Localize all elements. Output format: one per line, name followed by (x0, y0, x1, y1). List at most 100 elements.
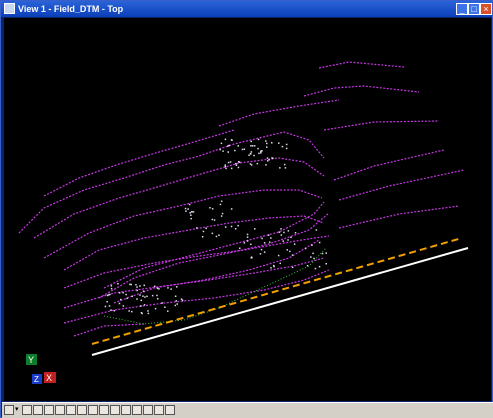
minimize-button[interactable]: _ (456, 3, 468, 15)
survey-point (246, 233, 249, 236)
survey-point (161, 302, 163, 304)
survey-point (325, 252, 327, 254)
x-axis-label: X (46, 373, 52, 383)
copy-view-icon[interactable] (121, 405, 131, 415)
survey-point (136, 289, 138, 292)
survey-point (279, 167, 281, 169)
close-button[interactable]: × (480, 3, 492, 15)
survey-point (135, 284, 137, 286)
survey-point (176, 286, 178, 288)
survey-point (227, 145, 229, 147)
contour-line (73, 323, 145, 337)
survey-point (130, 283, 132, 286)
camera-icon[interactable] (154, 405, 164, 415)
survey-point (258, 152, 260, 155)
survey-point (257, 138, 260, 141)
survey-point (273, 264, 275, 267)
survey-point (110, 287, 113, 290)
fit-view-icon[interactable] (66, 405, 76, 415)
contour-lines (18, 61, 465, 337)
survey-point (250, 164, 253, 166)
survey-point (176, 303, 178, 305)
survey-point (190, 217, 192, 220)
survey-point (174, 295, 177, 297)
view-next-icon[interactable] (110, 405, 120, 415)
drawing-canvas[interactable]: Y Z X (4, 18, 491, 401)
zoom-in-icon[interactable] (33, 405, 43, 415)
survey-point (235, 164, 238, 166)
survey-point (142, 295, 144, 297)
render-icon[interactable] (165, 405, 175, 415)
survey-point (190, 214, 192, 216)
update-icon[interactable] (22, 405, 32, 415)
survey-point (265, 140, 267, 142)
maximize-icon: □ (471, 4, 477, 14)
rotate-icon[interactable] (77, 405, 87, 415)
survey-point (139, 294, 141, 296)
contour-line (33, 157, 325, 239)
view-previous-icon[interactable] (99, 405, 109, 415)
survey-point (285, 143, 288, 146)
survey-point (220, 200, 223, 202)
contour-line (63, 269, 330, 324)
survey-point (221, 212, 224, 215)
title-bar[interactable]: View 1 - Field_DTM - Top _ □ × (1, 1, 492, 17)
survey-point (108, 305, 111, 307)
survey-point (175, 300, 177, 302)
survey-point (277, 254, 280, 257)
survey-point (318, 241, 321, 244)
survey-point (184, 207, 187, 210)
zoom-out-icon[interactable] (44, 405, 54, 415)
survey-point (278, 142, 280, 144)
survey-point (257, 147, 259, 150)
survey-point (201, 236, 204, 238)
maximize-button[interactable]: □ (468, 3, 480, 15)
dropdown-icon[interactable]: ▾ (15, 405, 21, 415)
survey-point (118, 292, 121, 294)
survey-point (314, 267, 317, 270)
survey-point (313, 257, 315, 260)
survey-point (180, 298, 183, 300)
survey-point (271, 142, 273, 144)
survey-point (291, 266, 294, 269)
survey-point (280, 228, 282, 230)
view-control-icon[interactable] (4, 405, 14, 415)
survey-point (110, 309, 112, 311)
survey-point (237, 224, 239, 227)
survey-point (270, 267, 272, 269)
survey-point (131, 310, 133, 313)
drawing-viewport[interactable]: Y Z X (4, 18, 491, 401)
survey-point (250, 256, 253, 258)
survey-point (243, 242, 246, 244)
survey-point (227, 151, 229, 153)
contour-line (303, 85, 420, 97)
survey-point (237, 161, 240, 163)
survey-point (196, 227, 198, 229)
survey-point (287, 239, 289, 241)
survey-point (151, 294, 154, 297)
survey-point (202, 230, 205, 233)
window-area-icon[interactable] (55, 405, 65, 415)
app-icon[interactable] (4, 3, 15, 14)
survey-point (229, 161, 232, 163)
minimize-icon: _ (459, 4, 465, 14)
survey-point (312, 252, 314, 255)
survey-point (266, 142, 268, 145)
survey-point (266, 146, 268, 148)
survey-point (110, 285, 113, 287)
pan-icon[interactable] (88, 405, 98, 415)
survey-point (174, 304, 177, 307)
view-attributes-icon[interactable] (132, 405, 142, 415)
survey-point (310, 256, 312, 258)
survey-point (286, 249, 288, 251)
survey-point (104, 305, 107, 308)
survey-point (230, 208, 233, 210)
survey-point (219, 203, 222, 206)
survey-point (281, 145, 284, 148)
survey-point (156, 287, 159, 290)
survey-point (250, 140, 252, 143)
survey-point (192, 211, 195, 213)
survey-point (260, 248, 263, 251)
survey-point (270, 237, 272, 239)
display-style-icon[interactable] (143, 405, 153, 415)
